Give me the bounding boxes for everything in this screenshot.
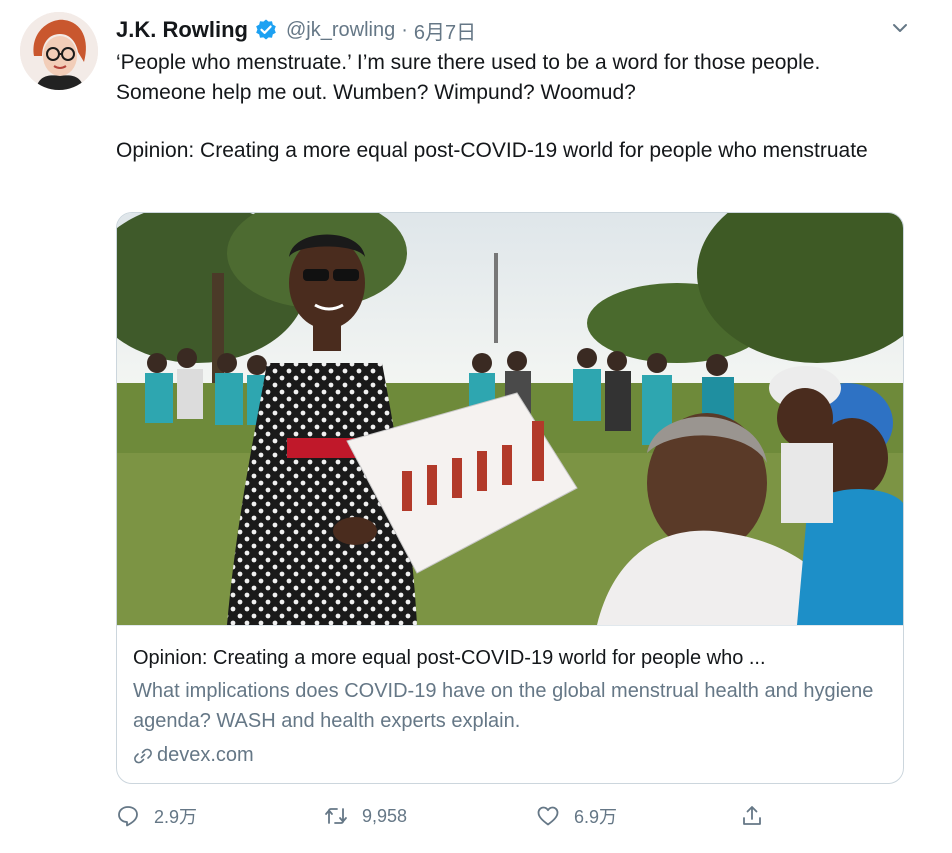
retweet-count: 9,958: [362, 805, 408, 826]
separator-dot: ·: [401, 18, 408, 41]
card-domain-text: devex.com: [157, 744, 254, 766]
card-description: What implications does COVID-19 have on …: [133, 680, 874, 732]
verified-badge-icon: [254, 18, 278, 42]
share-button[interactable]: [740, 800, 778, 832]
card-image: [117, 213, 903, 625]
like-button[interactable]: 6.9万: [536, 800, 617, 832]
tweet-text-paragraph-1: ‘People who menstruate.’ I’m sure there …: [116, 51, 821, 104]
card-domain: devex.com: [133, 744, 254, 767]
tweet[interactable]: J.K. Rowling @jk_rowling · 6月7日 ‘People …: [0, 0, 952, 853]
reply-icon: [118, 806, 138, 827]
author-handle[interactable]: @jk_rowling: [286, 19, 395, 42]
tweet-text: ‘People who menstruate.’ I’m sure there …: [116, 48, 906, 166]
tweet-text-paragraph-2: Opinion: Creating a more equal post-COVI…: [116, 139, 868, 162]
tweet-actions: 2.9万 9,958 6.9万: [116, 800, 796, 832]
reply-button[interactable]: 2.9万: [116, 800, 197, 832]
share-icon: [743, 806, 761, 825]
link-icon: [133, 746, 153, 766]
like-count: 6.9万: [574, 807, 618, 827]
link-preview-card[interactable]: Opinion: Creating a more equal post-COVI…: [116, 212, 904, 784]
retweet-icon: [325, 808, 347, 824]
avatar[interactable]: [20, 12, 98, 90]
chevron-down-icon[interactable]: [890, 18, 910, 38]
reply-count: 2.9万: [154, 807, 198, 827]
retweet-button[interactable]: 9,958: [324, 800, 407, 832]
card-meta: Opinion: Creating a more equal post-COVI…: [117, 625, 903, 783]
heart-icon: [537, 806, 559, 826]
tweet-date[interactable]: 6月7日: [414, 16, 476, 45]
author-name[interactable]: J.K. Rowling: [116, 17, 248, 43]
tweet-header: J.K. Rowling @jk_rowling · 6月7日: [116, 14, 892, 46]
card-title[interactable]: Opinion: Creating a more equal post-COVI…: [133, 644, 893, 672]
